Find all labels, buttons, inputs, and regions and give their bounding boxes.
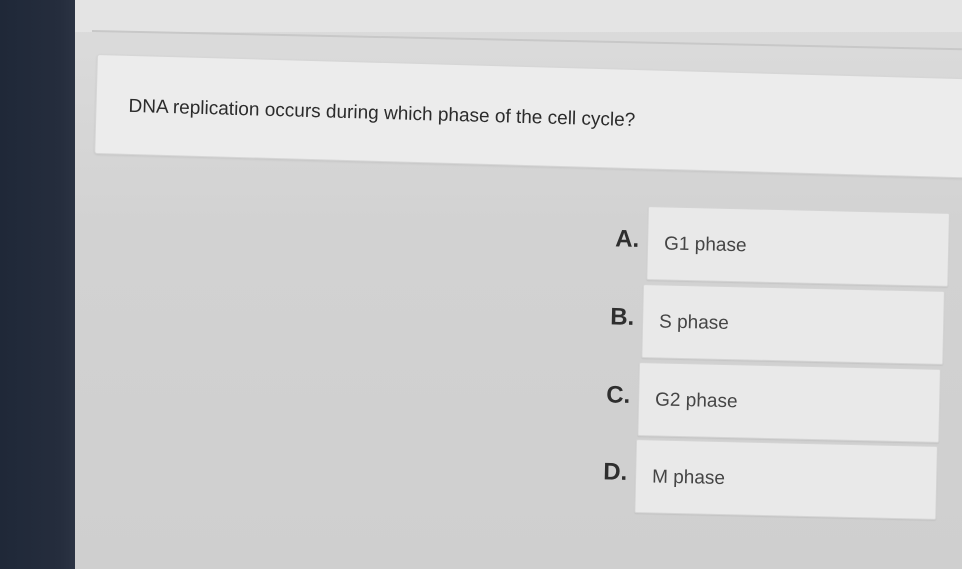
answer-button[interactable]: G1 phase (646, 206, 950, 287)
answer-button[interactable]: M phase (634, 439, 938, 520)
answer-button[interactable]: S phase (641, 284, 945, 365)
answer-letter: B. (609, 303, 635, 331)
answer-letter: C. (605, 381, 631, 409)
answer-option-c[interactable]: C. G2 phase (589, 361, 941, 443)
answer-label: G2 phase (654, 389, 738, 413)
answer-option-a[interactable]: A. G1 phase (598, 205, 950, 287)
answer-option-d[interactable]: D. M phase (586, 438, 938, 520)
monitor-screen: DNA replication occurs during which phas… (0, 0, 962, 569)
answer-label: S phase (658, 311, 730, 335)
answer-letter: A. (614, 225, 640, 253)
answer-label: M phase (651, 466, 726, 490)
answer-label: G1 phase (663, 233, 747, 257)
answer-letter: D. (602, 458, 628, 486)
answer-list: A. G1 phase B. S phase C. G2 phase D. M … (0, 0, 962, 569)
answer-button[interactable]: G2 phase (637, 362, 941, 443)
answer-option-b[interactable]: B. S phase (593, 283, 945, 365)
